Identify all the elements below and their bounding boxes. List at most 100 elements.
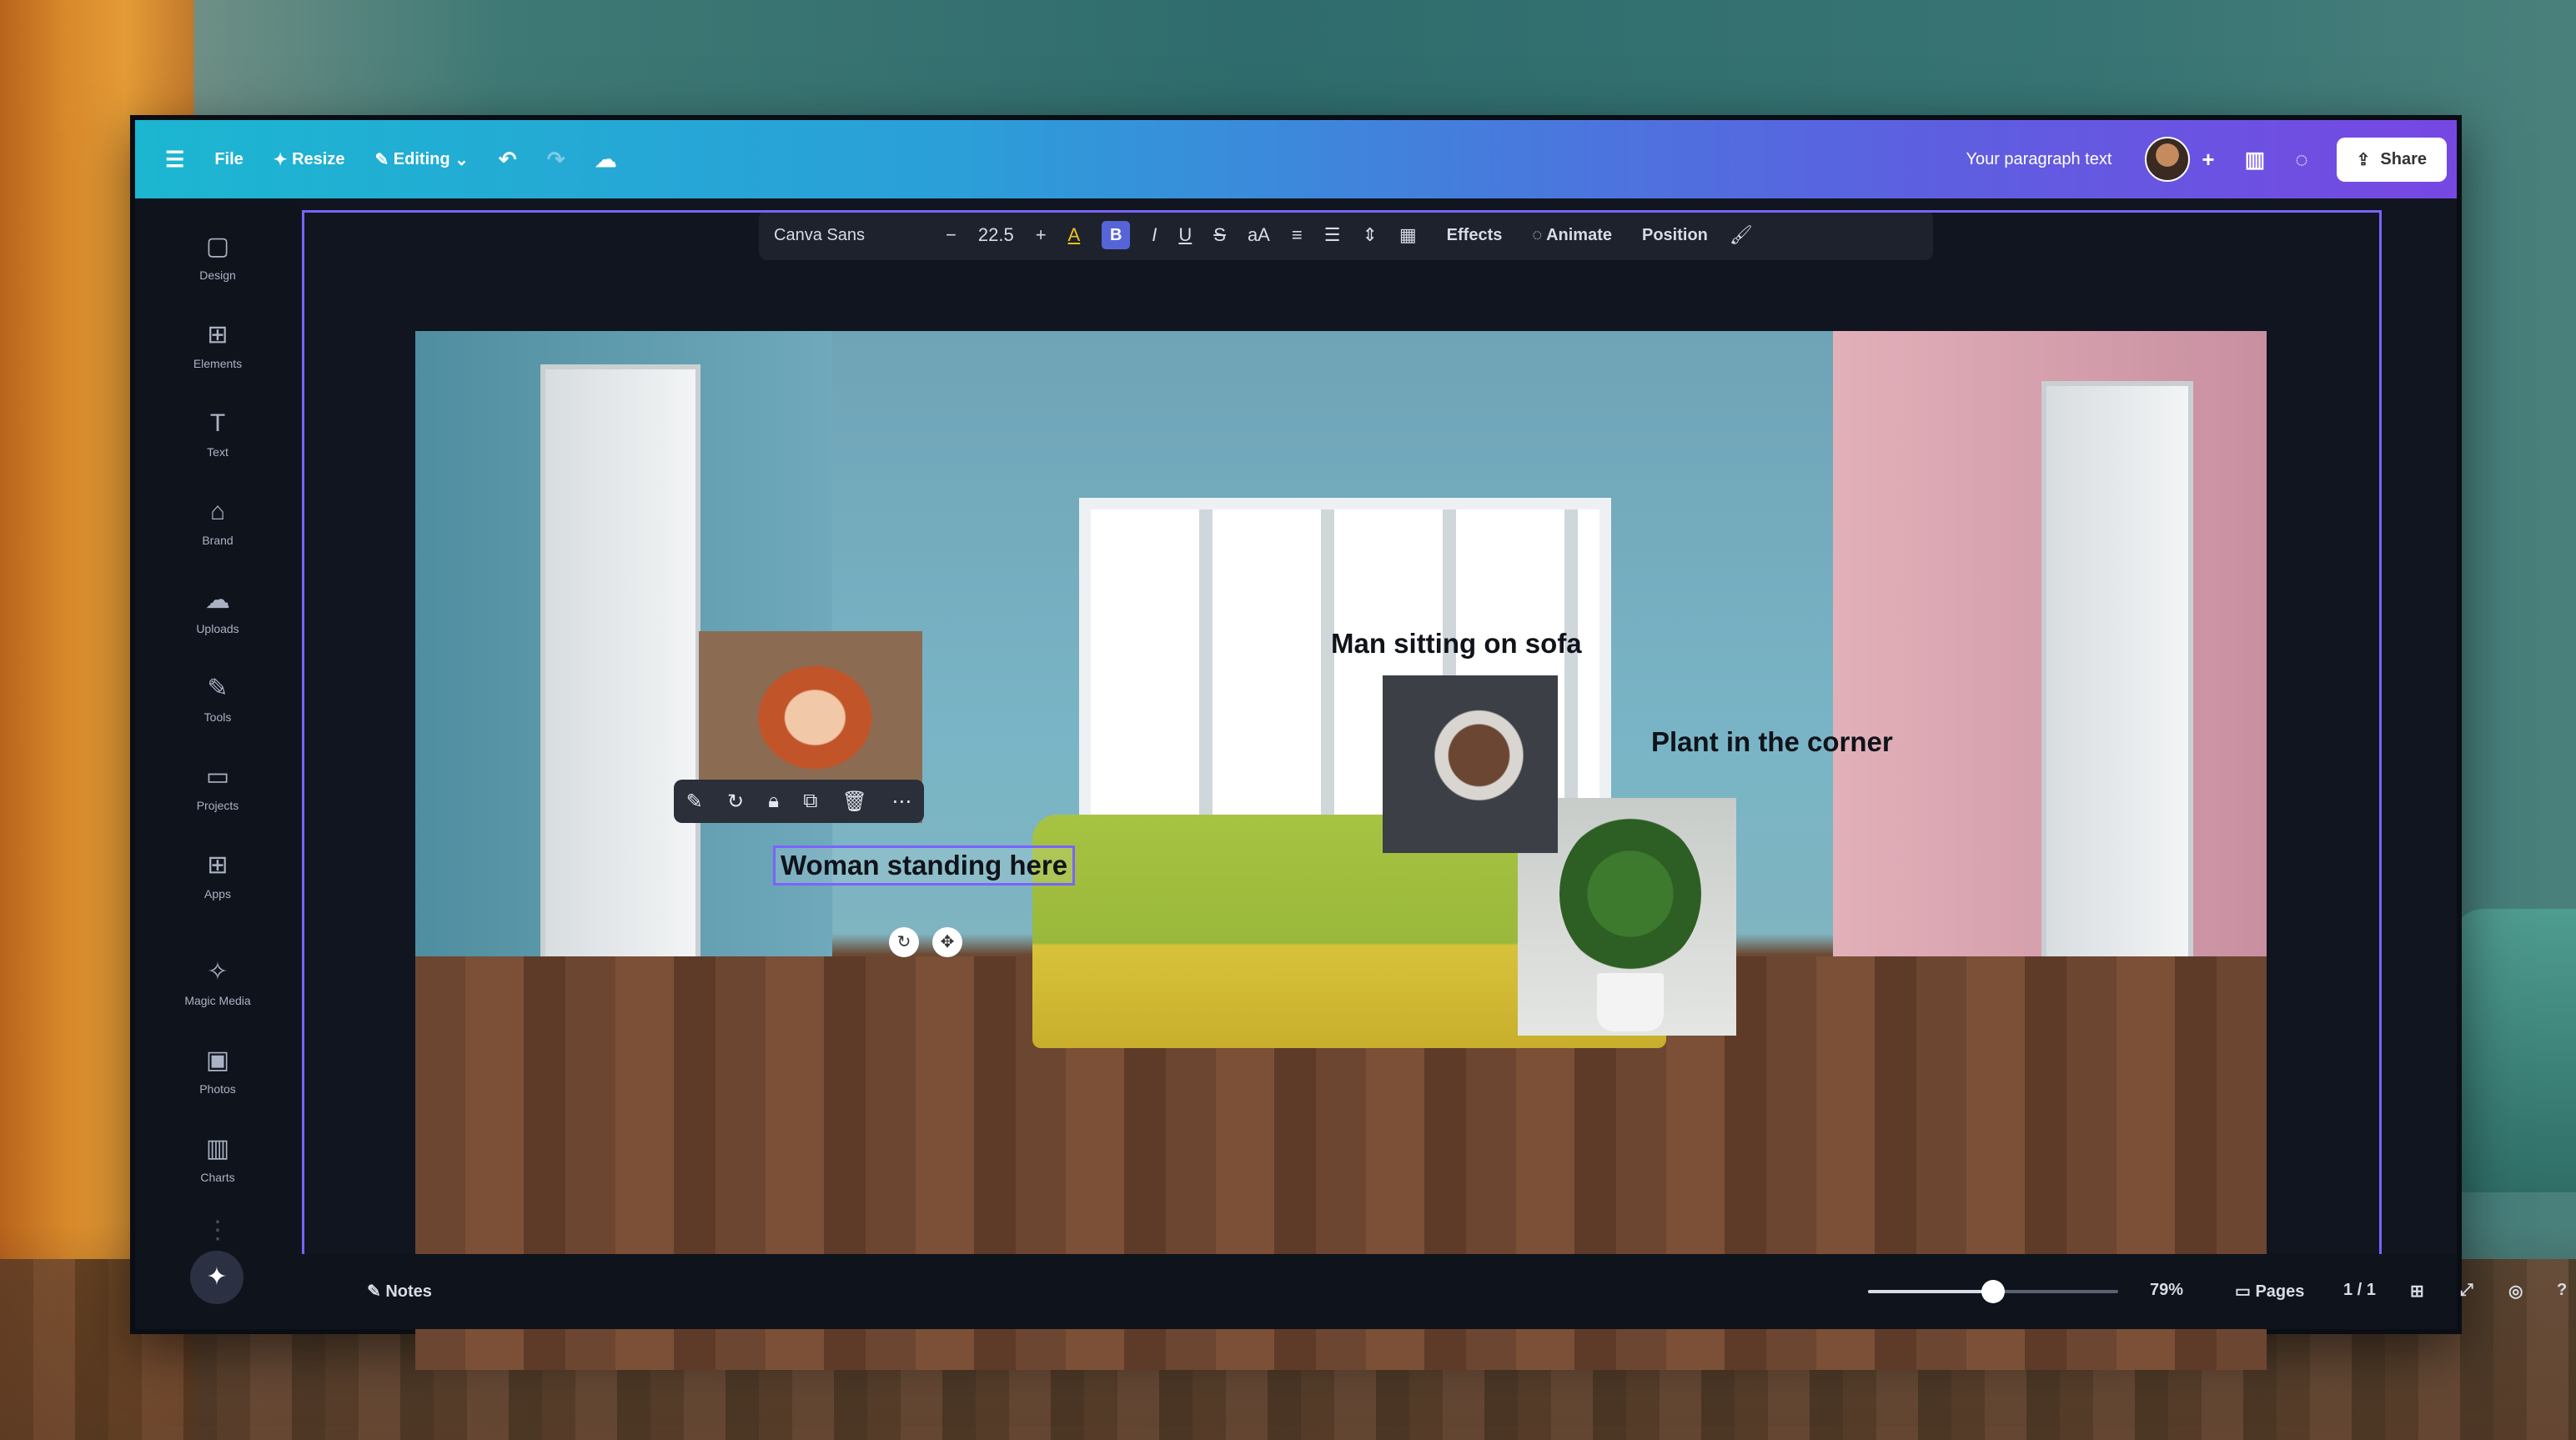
notes-button[interactable]: ✎ Notes — [367, 1281, 432, 1302]
grid-view-icon[interactable]: ⊞ — [2410, 1281, 2424, 1302]
redo-icon[interactable]: ↷ — [547, 147, 565, 173]
projects-icon: ▭ — [205, 763, 230, 790]
design-icon: ▢ — [205, 233, 230, 260]
bold-icon[interactable]: B — [1102, 221, 1131, 249]
list-icon[interactable]: ☰ — [1324, 224, 1341, 246]
image-toolbar: ✎ ↻ 🔒︎ ⧉ 🗑︎ ⋯ — [674, 780, 924, 823]
user-avatar[interactable] — [2145, 137, 2191, 182]
align-center-icon[interactable]: ≡ — [1292, 224, 1303, 246]
magic-sparkle-icon: ✦ — [206, 1263, 228, 1291]
sidebar-item-charts[interactable]: ▥ Charts — [135, 1134, 300, 1184]
sidebar-item-elements[interactable]: ⊞ Elements — [135, 320, 300, 370]
pages-icon: ▭ — [2235, 1282, 2256, 1301]
right-door — [2041, 381, 2193, 975]
monitor-screen: ☰ File ✦ Resize ✎ Editing ⌄ ↶ ↷ ☁ Your p… — [130, 115, 2567, 1370]
move-handle-icon[interactable]: ✥ — [932, 927, 962, 957]
magic-assistant-button[interactable]: ✦ — [190, 1251, 244, 1304]
sparkle-icon: ✦ — [273, 150, 293, 169]
zoom-slider-thumb[interactable] — [1981, 1280, 2005, 1303]
sidebar-item-photos[interactable]: ▣ Photos — [135, 1046, 300, 1096]
sidebar-item-design[interactable]: ▢ Design — [135, 232, 300, 282]
text-format-toolbar: Canva Sans − 22.5 + A B I U S aA ≡ ☰ ⇕ ▦… — [759, 210, 1933, 260]
font-size-decrease-icon[interactable]: − — [946, 224, 957, 246]
chevron-down-icon: ⌄ — [449, 150, 469, 169]
comment-icon[interactable]: ◌ — [2295, 147, 2307, 173]
animate-button[interactable]: ◌ Animate — [1532, 226, 1612, 245]
rotate-handle-icon[interactable]: ↻ — [889, 927, 919, 957]
man-photo[interactable] — [1383, 675, 1558, 853]
lock-icon[interactable]: 🔒︎ — [768, 790, 779, 813]
add-collaborator-icon[interactable]: + — [2202, 147, 2214, 173]
editing-dropdown[interactable]: ✎ Editing ⌄ — [374, 149, 468, 170]
sidebar-item-uploads[interactable]: ☁ Uploads — [135, 585, 300, 635]
sidebar-item-apps[interactable]: ⊞ Apps — [135, 850, 300, 901]
strikethrough-icon[interactable]: S — [1213, 224, 1226, 246]
help-icon[interactable]: ? — [2557, 1281, 2567, 1300]
rotate-icon[interactable]: ↻ — [727, 790, 744, 814]
left-door — [540, 364, 700, 975]
check-icon[interactable]: ◎ — [2508, 1281, 2523, 1302]
transparency-icon[interactable]: ▦ — [1399, 224, 1417, 246]
font-size-value[interactable]: 22.5 — [978, 224, 1014, 246]
fullscreen-icon[interactable]: ⤢ — [2460, 1281, 2473, 1300]
editing-label: Editing — [393, 149, 450, 168]
page-counter: 1 / 1 — [2343, 1281, 2376, 1299]
pencil-icon: ✎ — [374, 150, 394, 169]
cloud-save-icon[interactable]: ☁ — [595, 147, 616, 173]
sidebar-more-icon[interactable]: ⋮ — [135, 1216, 300, 1246]
caption-woman[interactable]: Woman standing here — [772, 845, 1076, 886]
photos-icon: ▣ — [205, 1046, 230, 1074]
caption-plant[interactable]: Plant in the corner — [1651, 726, 1893, 758]
pages-button[interactable]: ▭ Pages — [2235, 1281, 2304, 1302]
sidebar-item-projects[interactable]: ▭ Projects — [135, 762, 300, 812]
resize-button[interactable]: ✦ Resize — [274, 149, 345, 170]
notes-icon: ✎ — [367, 1282, 386, 1301]
italic-icon[interactable]: I — [1152, 224, 1157, 246]
magic-edit-icon[interactable]: ✎ — [686, 790, 703, 814]
zoom-percent[interactable]: 79% — [2150, 1281, 2183, 1300]
left-sidebar: ▢ Design ⊞ Elements T Text ⌂ Brand ☁ Upl… — [135, 198, 300, 1329]
duplicate-icon[interactable]: ⧉ — [803, 790, 817, 813]
apps-icon: ⊞ — [207, 851, 228, 879]
sidebar-item-magic-media[interactable]: ✧ Magic Media — [135, 957, 300, 1007]
charts-icon: ▥ — [205, 1135, 230, 1162]
plant-pot — [1597, 973, 1664, 1031]
uploads-icon: ☁ — [205, 586, 230, 614]
paint-format-icon[interactable]: 🖌︎ — [1730, 224, 1753, 246]
elements-icon: ⊞ — [207, 321, 228, 349]
more-options-icon[interactable]: ⋯ — [891, 790, 911, 814]
delete-icon[interactable]: 🗑︎ — [842, 790, 867, 814]
insights-chart-icon[interactable]: ▥ — [2245, 147, 2266, 173]
tools-icon: ✎ — [207, 675, 228, 702]
undo-icon[interactable]: ↶ — [499, 147, 517, 173]
animate-label: Animate — [1546, 225, 1612, 244]
zoom-slider[interactable] — [1868, 1280, 2118, 1303]
top-toolbar: ☰ File ✦ Resize ✎ Editing ⌄ ↶ ↷ ☁ Your p… — [135, 120, 2457, 198]
font-size-increase-icon[interactable]: + — [1036, 224, 1047, 246]
effects-button[interactable]: Effects — [1447, 226, 1503, 245]
armchair — [2451, 909, 2576, 1192]
font-family-select[interactable]: Canva Sans — [774, 226, 924, 245]
notes-label: Notes — [385, 1282, 432, 1301]
magic-media-icon: ✧ — [207, 958, 228, 986]
letter-case-icon[interactable]: aA — [1248, 224, 1270, 246]
sidebar-item-tools[interactable]: ✎ Tools — [135, 674, 300, 724]
file-menu[interactable]: File — [214, 150, 243, 169]
sidebar-item-brand[interactable]: ⌂ Brand — [135, 497, 300, 547]
share-icon: ⇪ — [2356, 150, 2371, 169]
share-label: Share — [2380, 149, 2427, 168]
position-button[interactable]: Position — [1642, 226, 1708, 245]
text-color-icon[interactable]: A — [1068, 224, 1081, 246]
menu-icon[interactable]: ☰ — [165, 147, 184, 173]
plant-leaves — [1559, 815, 1701, 973]
spacing-icon[interactable]: ⇕ — [1362, 224, 1377, 246]
text-icon: T — [209, 409, 226, 437]
caption-man[interactable]: Man sitting on sofa — [1331, 628, 1582, 660]
design-page[interactable]: ✎ ↻ 🔒︎ ⧉ 🗑︎ ⋯ Woman standing here Man si… — [415, 331, 2267, 1370]
document-title[interactable]: Your paragraph text — [1966, 150, 2112, 169]
zoom-slider-fill — [1868, 1290, 1993, 1293]
share-button[interactable]: ⇪ Share — [2336, 137, 2447, 182]
sidebar-item-text[interactable]: T Text — [135, 409, 300, 459]
selection-handles: ↻ ✥ — [889, 927, 962, 957]
underline-icon[interactable]: U — [1178, 224, 1192, 246]
